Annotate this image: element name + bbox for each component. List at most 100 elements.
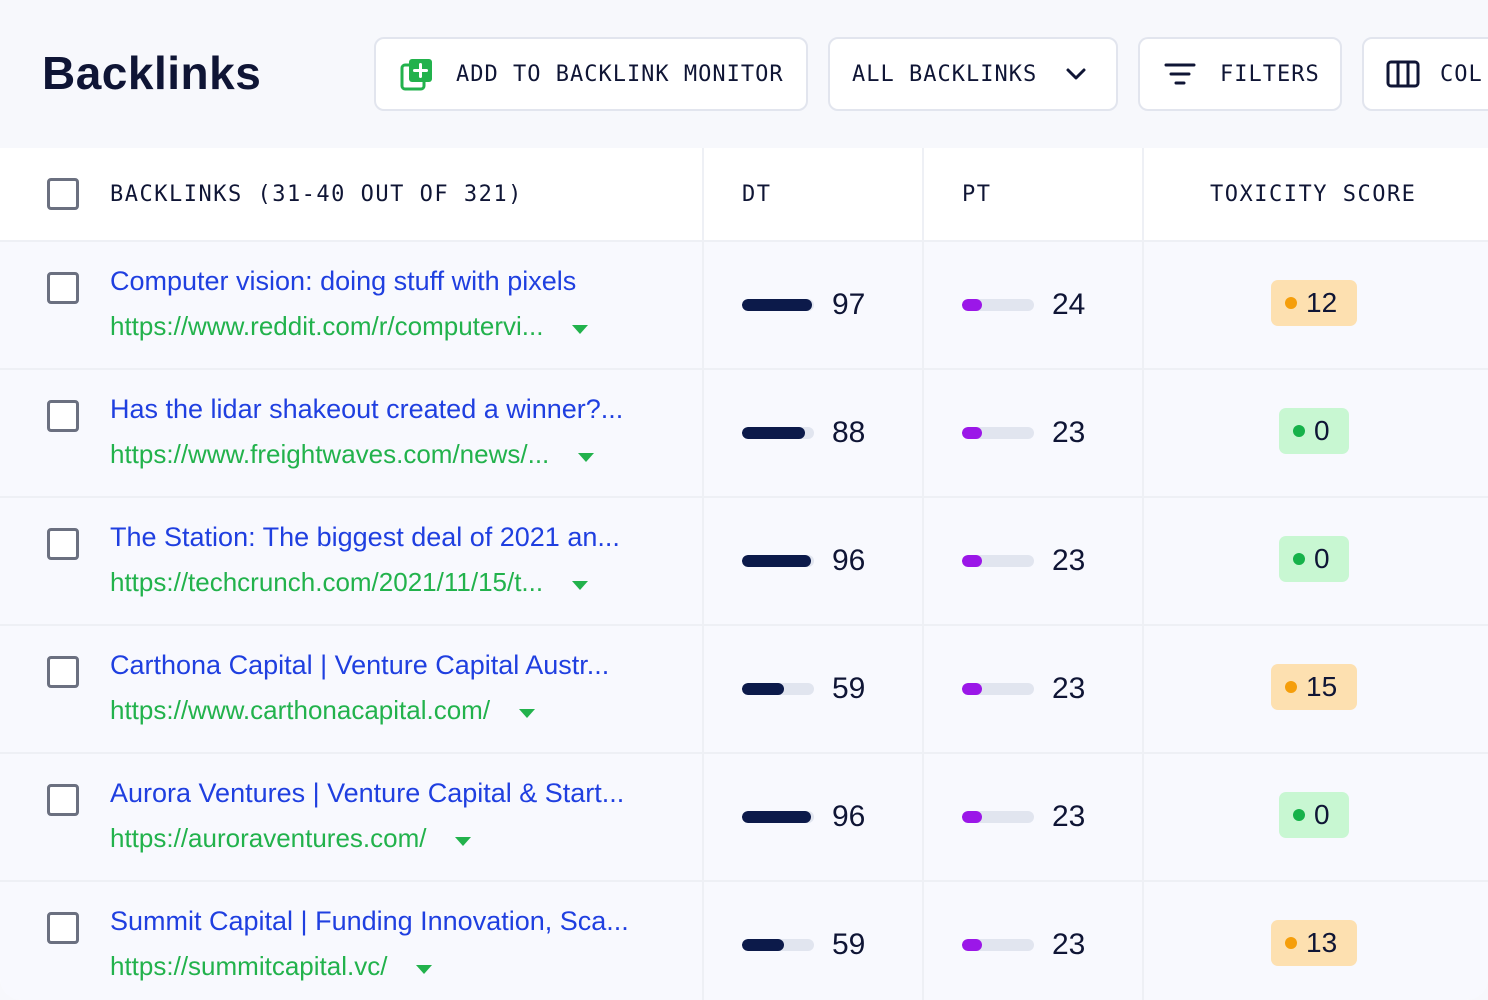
backlink-url-text[interactable]: https://summitcapital.vc/ <box>110 951 387 982</box>
backlink-title-link[interactable]: The Station: The biggest deal of 2021 an… <box>110 522 670 553</box>
pt-bar <box>962 811 1034 823</box>
backlink-url-text[interactable]: https://techcrunch.com/2021/11/15/t... <box>110 567 543 598</box>
cell-pt: 23 <box>922 498 1142 624</box>
backlink-title-link[interactable]: Aurora Ventures | Venture Capital & Star… <box>110 778 670 809</box>
add-to-backlink-monitor-button[interactable]: ADD TO BACKLINK MONITOR <box>374 37 808 111</box>
cell-backlink: Summit Capital | Funding Innovation, Sca… <box>0 882 702 1000</box>
backlink-url[interactable]: https://summitcapital.vc/ <box>110 951 433 982</box>
caret-down-icon[interactable] <box>571 311 589 342</box>
table-row[interactable]: Computer vision: doing stuff with pixels… <box>0 242 1488 370</box>
status-dot-icon <box>1293 425 1305 437</box>
columns-label: COL <box>1440 61 1483 87</box>
dt-bar <box>742 939 814 951</box>
columns-button[interactable]: COL <box>1362 37 1488 111</box>
caret-down-icon[interactable] <box>454 823 472 854</box>
page-title: Backlinks <box>42 47 262 99</box>
backlink-title-link[interactable]: Computer vision: doing stuff with pixels <box>110 266 670 297</box>
row-checkbox[interactable] <box>47 784 79 816</box>
caret-down-icon[interactable] <box>571 567 589 598</box>
filter-lines-icon <box>1164 62 1196 86</box>
column-header-backlinks[interactable]: BACKLINKS (31-40 OUT OF 321) <box>110 182 523 207</box>
cell-toxicity: 0 <box>1142 498 1488 624</box>
select-all-checkbox[interactable] <box>47 178 79 210</box>
caret-down-icon[interactable] <box>415 951 433 982</box>
header-cell-pt: PT <box>922 148 1142 240</box>
dt-bar-fill <box>742 299 812 311</box>
dt-metric: 59 <box>742 626 865 752</box>
column-header-pt[interactable]: PT <box>962 182 992 207</box>
pt-bar <box>962 683 1034 695</box>
cell-toxicity: 0 <box>1142 370 1488 496</box>
pt-value: 23 <box>1052 416 1086 449</box>
cell-dt: 96 <box>702 498 922 624</box>
dt-value: 59 <box>832 928 866 961</box>
dt-value: 88 <box>832 416 866 449</box>
dt-bar-fill <box>742 555 812 567</box>
toxicity-value: 0 <box>1314 799 1330 830</box>
chevron-down-icon <box>1065 67 1087 81</box>
backlink-url-text[interactable]: https://www.carthonacapital.com/ <box>110 695 490 726</box>
pt-bar <box>962 939 1034 951</box>
backlink-title-link[interactable]: Summit Capital | Funding Innovation, Sca… <box>110 906 670 937</box>
pt-bar-fill <box>962 683 982 695</box>
status-dot-icon <box>1293 553 1305 565</box>
backlink-url[interactable]: https://www.freightwaves.com/news/... <box>110 439 595 470</box>
backlinks-page: Backlinks ADD TO BACKLINK MONITOR ALL BA… <box>0 0 1488 1000</box>
toxicity-value: 13 <box>1306 927 1338 958</box>
pt-metric: 23 <box>962 498 1085 624</box>
dt-metric: 96 <box>742 498 865 624</box>
cell-backlink: The Station: The biggest deal of 2021 an… <box>0 498 702 624</box>
pt-bar <box>962 299 1034 311</box>
pt-bar-fill <box>962 811 982 823</box>
toxicity-value: 0 <box>1314 543 1330 574</box>
table-row[interactable]: Aurora Ventures | Venture Capital & Star… <box>0 754 1488 882</box>
status-dot-icon <box>1285 937 1297 949</box>
cell-dt: 96 <box>702 754 922 880</box>
backlink-url-text[interactable]: https://auroraventures.com/ <box>110 823 426 854</box>
caret-down-icon[interactable] <box>577 439 595 470</box>
backlink-url[interactable]: https://techcrunch.com/2021/11/15/t... <box>110 567 589 598</box>
pt-bar-fill <box>962 427 982 439</box>
cell-toxicity: 15 <box>1142 626 1488 752</box>
caret-down-icon[interactable] <box>518 695 536 726</box>
backlink-url-text[interactable]: https://www.freightwaves.com/news/... <box>110 439 549 470</box>
backlink-url[interactable]: https://www.carthonacapital.com/ <box>110 695 536 726</box>
toxicity-value: 12 <box>1306 287 1338 318</box>
table-row[interactable]: Has the lidar shakeout created a winner?… <box>0 370 1488 498</box>
cell-dt: 97 <box>702 242 922 368</box>
row-checkbox[interactable] <box>47 528 79 560</box>
column-header-dt[interactable]: DT <box>742 182 772 207</box>
dt-value: 96 <box>832 800 866 833</box>
dt-bar <box>742 683 814 695</box>
toxicity-badge: 0 <box>1279 792 1349 838</box>
pt-bar-fill <box>962 939 982 951</box>
status-dot-icon <box>1285 297 1297 309</box>
row-checkbox[interactable] <box>47 912 79 944</box>
add-square-icon <box>400 57 434 91</box>
filters-button[interactable]: FILTERS <box>1138 37 1342 111</box>
dt-bar-fill <box>742 427 806 439</box>
pt-metric: 24 <box>962 242 1085 368</box>
toxicity-badge: 0 <box>1279 408 1349 454</box>
backlink-url-text[interactable]: https://www.reddit.com/r/computervi... <box>110 311 543 342</box>
dt-metric: 97 <box>742 242 865 368</box>
dt-bar-fill <box>742 811 812 823</box>
backlink-url[interactable]: https://www.reddit.com/r/computervi... <box>110 311 589 342</box>
backlink-title-link[interactable]: Has the lidar shakeout created a winner?… <box>110 394 670 425</box>
backlink-url[interactable]: https://auroraventures.com/ <box>110 823 472 854</box>
add-button-label: ADD TO BACKLINK MONITOR <box>456 61 784 87</box>
row-checkbox[interactable] <box>47 400 79 432</box>
dt-bar <box>742 555 814 567</box>
dt-bar-fill <box>742 939 785 951</box>
table-row[interactable]: Summit Capital | Funding Innovation, Sca… <box>0 882 1488 1000</box>
row-checkbox[interactable] <box>47 656 79 688</box>
cell-backlink: Has the lidar shakeout created a winner?… <box>0 370 702 496</box>
all-backlinks-select[interactable]: ALL BACKLINKS <box>828 37 1118 111</box>
header-cell-dt: DT <box>702 148 922 240</box>
row-checkbox[interactable] <box>47 272 79 304</box>
cell-toxicity: 12 <box>1142 242 1488 368</box>
table-row[interactable]: Carthona Capital | Venture Capital Austr… <box>0 626 1488 754</box>
backlink-title-link[interactable]: Carthona Capital | Venture Capital Austr… <box>110 650 670 681</box>
table-row[interactable]: The Station: The biggest deal of 2021 an… <box>0 498 1488 626</box>
column-header-toxicity-score[interactable]: TOXICITY SCORE <box>1210 182 1416 207</box>
